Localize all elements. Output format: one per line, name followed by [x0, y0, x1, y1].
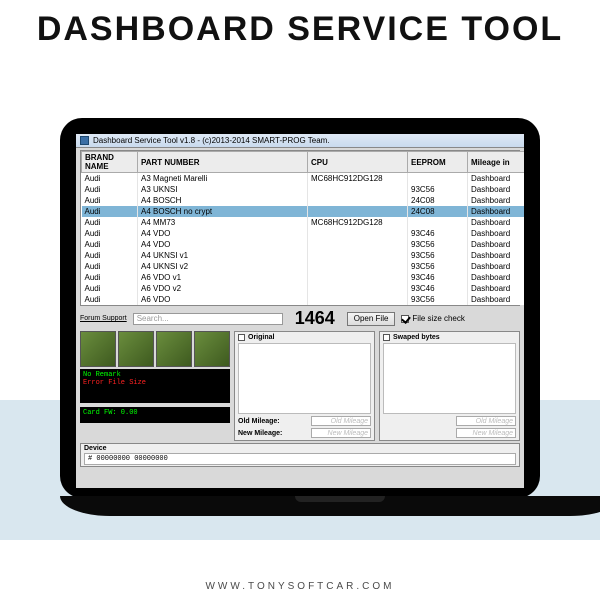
- window-title: Dashboard Service Tool v1.8 - (c)2013-20…: [93, 136, 520, 145]
- table-row[interactable]: AudiA4 UKNSI v293C56Dashboard: [82, 261, 525, 272]
- table-row[interactable]: AudiA3 UKNSI93C56Dashboard: [82, 184, 525, 195]
- col-eeprom[interactable]: EEPROM: [408, 152, 468, 173]
- firmware-console: Card FW: 0.00: [80, 407, 230, 423]
- checkbox-icon[interactable]: [383, 334, 390, 341]
- old-mileage-label: Old Mileage:: [238, 418, 280, 425]
- original-panel: Original Old Mileage: Old Mileage New Mi…: [234, 331, 375, 441]
- old-mileage-input[interactable]: Old Mileage: [311, 416, 371, 426]
- original-hex-view[interactable]: [238, 343, 371, 414]
- table-row[interactable]: AudiA4 VDO93C56Dashboard: [82, 239, 525, 250]
- col-part[interactable]: PART NUMBER: [138, 152, 308, 173]
- old-mileage-swapped-input[interactable]: Old Mileage: [456, 416, 516, 426]
- table-row[interactable]: AudiA4 VDO93C46Dashboard: [82, 228, 525, 239]
- checkbox-icon[interactable]: [238, 334, 245, 341]
- open-file-button[interactable]: Open File: [347, 312, 396, 326]
- app-window: Dashboard Service Tool v1.8 - (c)2013-20…: [76, 134, 524, 488]
- vehicle-table[interactable]: BRAND NAME PART NUMBER CPU EEPROM Mileag…: [80, 150, 520, 306]
- table-row[interactable]: AudiA6 VDO93C56Dashboard: [82, 294, 525, 305]
- forum-support-link[interactable]: Forum Support: [80, 315, 127, 322]
- window-titlebar[interactable]: Dashboard Service Tool v1.8 - (c)2013-20…: [76, 134, 524, 148]
- device-value: # 00000000 00000000: [84, 453, 516, 465]
- board-photo-thumb[interactable]: [194, 331, 230, 367]
- board-photo-thumb[interactable]: [80, 331, 116, 367]
- footer-url: WWW.TONYSOFTCAR.COM: [0, 581, 600, 592]
- col-brand[interactable]: BRAND NAME: [82, 152, 138, 173]
- table-row[interactable]: AudiA4 BOSCH24C08Dashboard: [82, 195, 525, 206]
- new-mileage-swapped-input[interactable]: New Mileage: [456, 428, 516, 438]
- table-row[interactable]: AudiA4 BOSCH no crypt24C08Dashboard: [82, 206, 525, 217]
- app-icon: [80, 136, 89, 145]
- new-mileage-label: New Mileage:: [238, 430, 282, 437]
- col-mileage[interactable]: Mileage in: [468, 152, 525, 173]
- table-row[interactable]: AudiA4 UKNSI v193C56Dashboard: [82, 250, 525, 261]
- swapped-bytes-panel: Swaped bytes . Old Mileage . New Mileage: [379, 331, 520, 441]
- board-photo-thumb[interactable]: [118, 331, 154, 367]
- table-row[interactable]: AudiA4 MM73MC68HC912DG128Dashboard: [82, 217, 525, 228]
- checkbox-icon: [401, 315, 409, 323]
- col-cpu[interactable]: CPU: [308, 152, 408, 173]
- table-row[interactable]: AudiA6 VDO v193C46Dashboard: [82, 272, 525, 283]
- record-count: 1464: [295, 308, 335, 329]
- table-row[interactable]: AudiA6 VDO v293C46Dashboard: [82, 283, 525, 294]
- swapped-hex-view[interactable]: [383, 343, 516, 414]
- search-input[interactable]: Search...: [133, 313, 283, 325]
- hero-title: DASHBOARD SERVICE TOOL: [0, 10, 600, 49]
- file-size-check-checkbox[interactable]: File size check: [401, 314, 464, 323]
- status-console: No Remark Error File Size: [80, 369, 230, 403]
- laptop-mockup: Dashboard Service Tool v1.8 - (c)2013-20…: [60, 118, 540, 518]
- table-row[interactable]: AudiA3 Magneti MarelliMC68HC912DG128Dash…: [82, 173, 525, 185]
- new-mileage-input[interactable]: New Mileage: [311, 428, 371, 438]
- device-panel: Device # 00000000 00000000: [80, 443, 520, 467]
- board-photo-thumb[interactable]: [156, 331, 192, 367]
